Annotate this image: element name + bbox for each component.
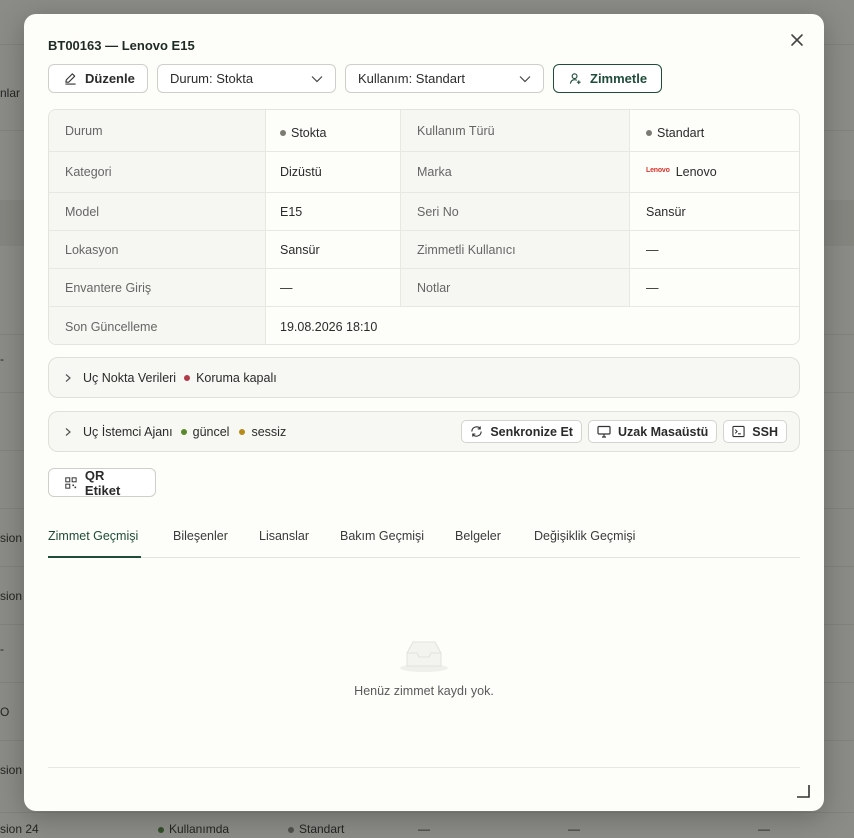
brand-value: Lenovo <box>675 165 717 179</box>
monitor-icon <box>597 425 611 438</box>
model-label: Model <box>49 193 265 231</box>
category-label: Kategori <box>49 152 265 192</box>
qr-label-button[interactable]: QR Etiket <box>48 467 156 498</box>
toolbar: Düzenle Durum: Stokta Kullanım: Standart… <box>48 64 662 93</box>
inventory-entry-label: Envantere Giriş <box>49 269 265 306</box>
sync-button[interactable]: Senkronize Et <box>461 420 582 443</box>
status-select[interactable]: Durum: Stokta <box>157 64 336 93</box>
usage-select-value: Kullanım: Standart <box>358 71 465 86</box>
info-row: Lokasyon Sansür Zimmetli Kullanıcı — <box>49 230 799 268</box>
protection-status: Koruma kapalı <box>196 370 277 385</box>
notes-label: Notlar <box>401 269 629 306</box>
qr-code-icon <box>65 476 77 489</box>
modal-title: BT00163 — Lenovo E15 <box>48 38 195 53</box>
category-value: Dizüstü <box>280 165 322 179</box>
qr-label-button-text: QR Etiket <box>84 467 121 498</box>
tab-licenses[interactable]: Lisanslar <box>259 529 309 558</box>
usage-type-value: Standart <box>657 125 705 140</box>
status-value: Stokta <box>291 125 327 140</box>
user-plus-icon <box>569 73 581 85</box>
status-dot-icon <box>184 374 191 381</box>
brand-label: Marka <box>401 152 629 192</box>
usage-type-label: Kullanım Türü <box>401 110 629 152</box>
info-row: Son Güncelleme 19.08.2026 18:10 <box>49 306 799 344</box>
pencil-icon <box>65 73 76 85</box>
refresh-icon <box>471 426 483 437</box>
tab-documents[interactable]: Belgeler <box>455 529 501 558</box>
endpoint-data-label: Uç Nokta Verileri <box>83 370 177 385</box>
status-select-value: Durum: Stokta <box>170 71 254 86</box>
serial-value: Sansür <box>646 205 686 219</box>
assign-button-label: Zimmetle <box>590 71 648 86</box>
sync-button-label: Senkronize Et <box>490 424 573 439</box>
location-label: Lokasyon <box>49 231 265 268</box>
chevron-down-icon <box>519 75 531 82</box>
agent-version-status: güncel <box>192 424 230 439</box>
client-agent-section[interactable]: Uç İstemci Ajanı güncel sessiz Senkroniz… <box>48 411 800 452</box>
status-value-cell: Stokta <box>266 110 400 152</box>
close-icon[interactable] <box>788 31 806 49</box>
status-dot-icon <box>180 428 187 435</box>
ssh-button-label: SSH <box>752 424 778 439</box>
assigned-user-label: Zimmetli Kullanıcı <box>401 231 629 268</box>
client-agent-label: Uç İstemci Ajanı <box>83 424 173 439</box>
chevron-right-icon <box>65 427 71 436</box>
tab-components[interactable]: Bileşenler <box>173 529 228 558</box>
lenovo-logo: Lenovo <box>646 167 670 174</box>
edit-button[interactable]: Düzenle <box>48 64 148 93</box>
terminal-icon <box>732 425 745 438</box>
info-row: Kategori Dizüstü Marka Lenovo Lenovo <box>49 151 799 192</box>
agent-actions: Senkronize Et Uzak Masaüstü SSH <box>461 420 787 443</box>
tab-bar: Zimmet Geçmişi Bileşenler Lisanslar Bakı… <box>48 523 800 558</box>
last-update-value: 19.08.2026 18:10 <box>280 319 378 334</box>
brand-value-cell: Lenovo Lenovo <box>630 152 799 192</box>
status-dot-icon <box>239 428 246 435</box>
tab-change-history[interactable]: Değişiklik Geçmişi <box>534 529 635 558</box>
edit-button-label: Düzenle <box>85 71 135 86</box>
usage-select[interactable]: Kullanım: Standart <box>345 64 544 93</box>
model-value: E15 <box>280 205 303 219</box>
remote-desktop-button[interactable]: Uzak Masaüstü <box>587 420 718 443</box>
empty-message: Henüz zimmet kaydı yok. <box>354 684 494 698</box>
resize-handle-icon[interactable] <box>796 784 810 798</box>
asset-info-table: Durum Stokta Kullanım Türü Standart Kate… <box>48 109 800 345</box>
info-row: Envantere Giriş — Notlar — <box>49 268 799 306</box>
inventory-entry-value: — <box>280 280 293 295</box>
status-label: Durum <box>49 110 265 152</box>
serial-label: Seri No <box>401 193 629 231</box>
remote-desktop-button-label: Uzak Masaüstü <box>617 424 709 439</box>
endpoint-data-section[interactable]: Uç Nokta Verileri Koruma kapalı <box>48 357 800 398</box>
assign-button[interactable]: Zimmetle <box>553 64 662 93</box>
empty-state: Henüz zimmet kaydı yok. <box>48 634 800 698</box>
divider <box>48 767 800 768</box>
last-update-label: Son Güncelleme <box>49 307 265 344</box>
chevron-down-icon <box>311 75 323 82</box>
ssh-button[interactable]: SSH <box>723 420 787 443</box>
assigned-user-value: — <box>646 242 659 257</box>
agent-mode-status: sessiz <box>251 424 287 439</box>
status-dot-icon <box>646 129 652 136</box>
asset-detail-modal: BT00163 — Lenovo E15 Düzenle Durum: Stok… <box>24 14 824 811</box>
empty-inbox-icon <box>400 641 448 672</box>
usage-type-value-cell: Standart <box>630 110 799 152</box>
location-value: Sansür <box>280 242 320 257</box>
tab-maintenance-history[interactable]: Bakım Geçmişi <box>340 529 424 558</box>
info-row: Durum Stokta Kullanım Türü Standart <box>49 110 799 152</box>
status-dot-icon <box>280 129 286 136</box>
tab-assignment-history[interactable]: Zimmet Geçmişi <box>48 529 141 558</box>
chevron-right-icon <box>65 373 71 382</box>
notes-value: — <box>646 280 659 295</box>
info-row: Model E15 Seri No Sansür <box>49 192 799 231</box>
